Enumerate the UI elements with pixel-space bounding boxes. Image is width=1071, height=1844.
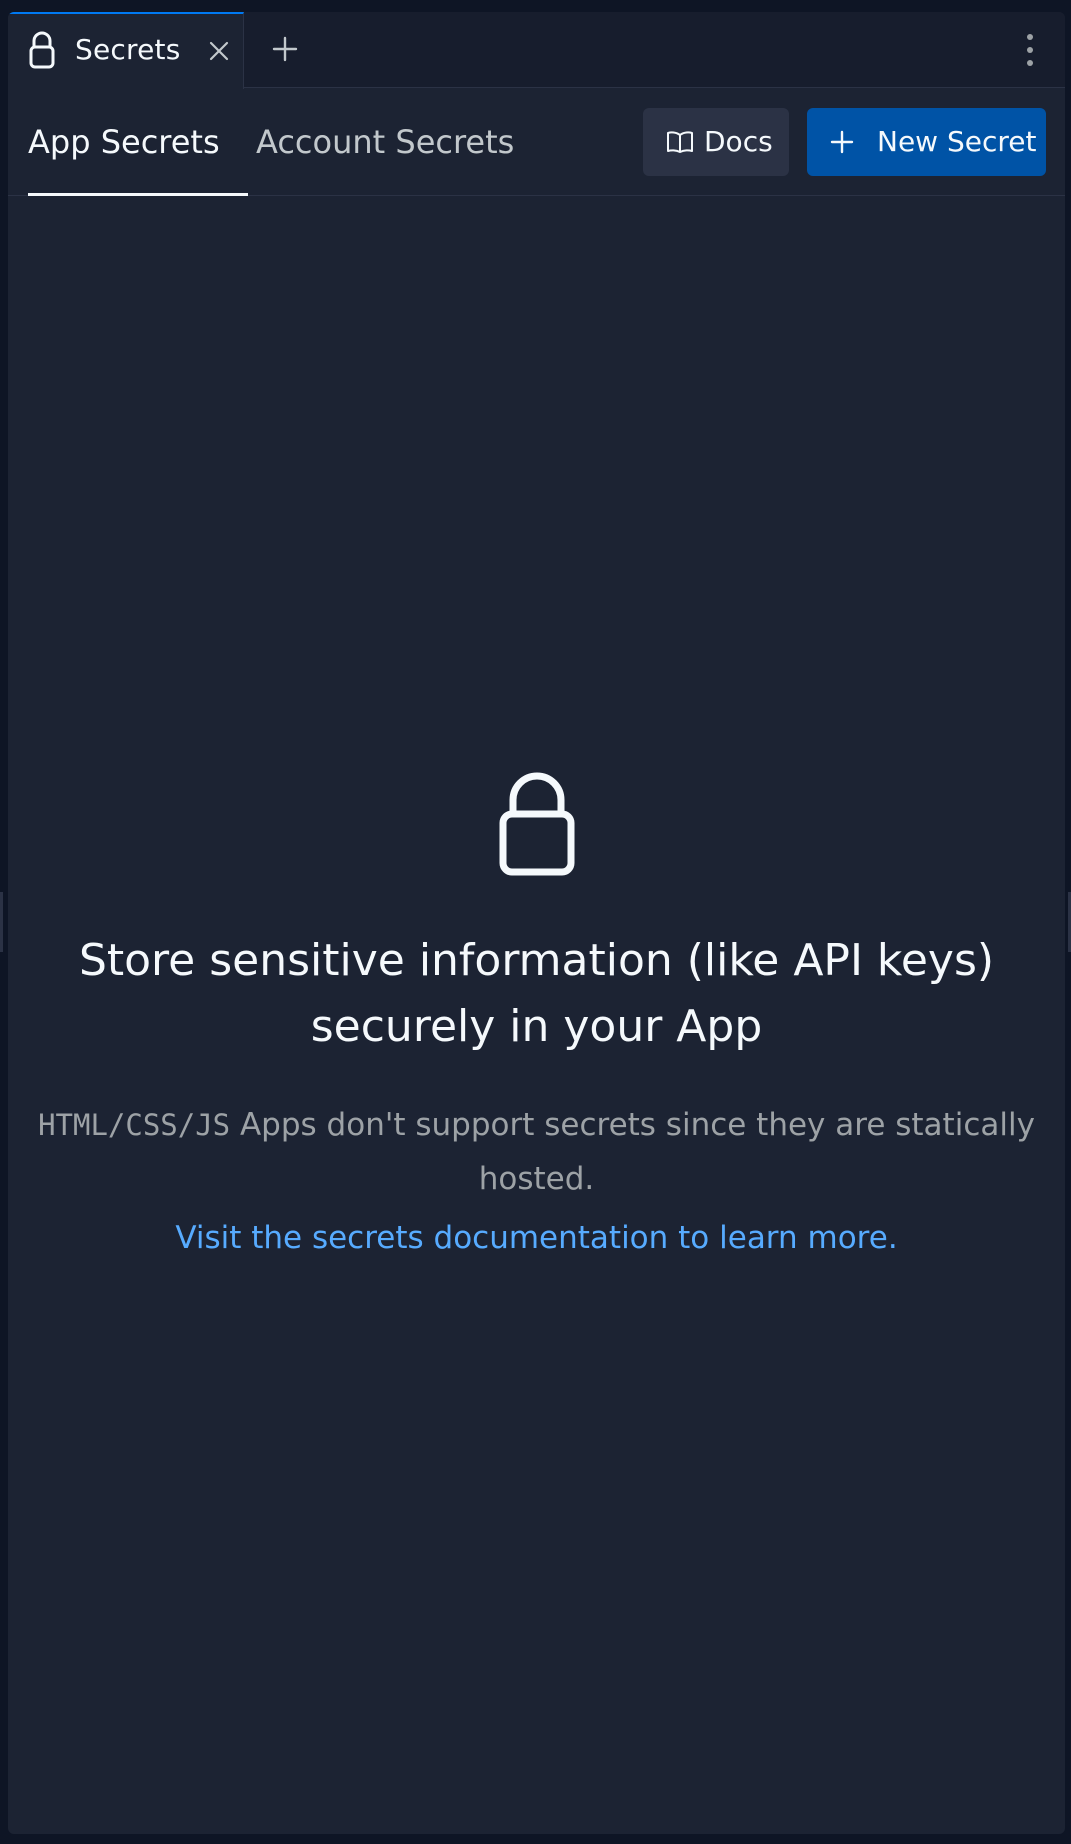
tab-title: Secrets [75,33,181,66]
code-snippet: HTML/CSS/JS [38,1108,231,1142]
plus-icon[interactable] [270,34,300,64]
secrets-toolbar: App Secrets Account Secrets Docs New Sec… [8,89,1065,196]
docs-button[interactable]: Docs [643,108,789,176]
docs-label: Docs [704,125,773,158]
book-icon [667,131,693,153]
empty-state: Store sensitive information (like API ke… [8,772,1065,1260]
plus-icon [830,130,854,154]
lock-icon [499,772,574,876]
lock-icon [29,31,55,69]
tab-account-secrets[interactable]: Account Secrets [248,89,514,196]
tab-secrets[interactable]: Secrets [8,12,244,89]
secrets-docs-link[interactable]: Visit the secrets documentation to learn… [8,1216,1065,1260]
tab-account-secrets-label: Account Secrets [256,123,515,161]
more-vertical-icon[interactable] [1025,32,1035,68]
secrets-pane: Secrets App Secrets Account Secrets Docs [8,12,1065,1834]
tab-bar: Secrets [8,12,1065,89]
tab-app-secrets-label: App Secrets [28,123,220,161]
new-secret-label: New Secret [877,125,1037,158]
description-text: Apps don't support secrets since they ar… [230,1107,1035,1197]
active-tab-indicator [28,193,248,196]
empty-state-headline: Store sensitive information (like API ke… [78,935,995,1052]
empty-state-description: HTML/CSS/JS Apps don't support secrets s… [37,1098,1037,1206]
new-secret-button[interactable]: New Secret [807,108,1046,176]
tab-app-secrets[interactable]: App Secrets [28,89,248,196]
close-icon[interactable] [208,40,230,62]
resize-handle-left[interactable] [0,892,3,952]
